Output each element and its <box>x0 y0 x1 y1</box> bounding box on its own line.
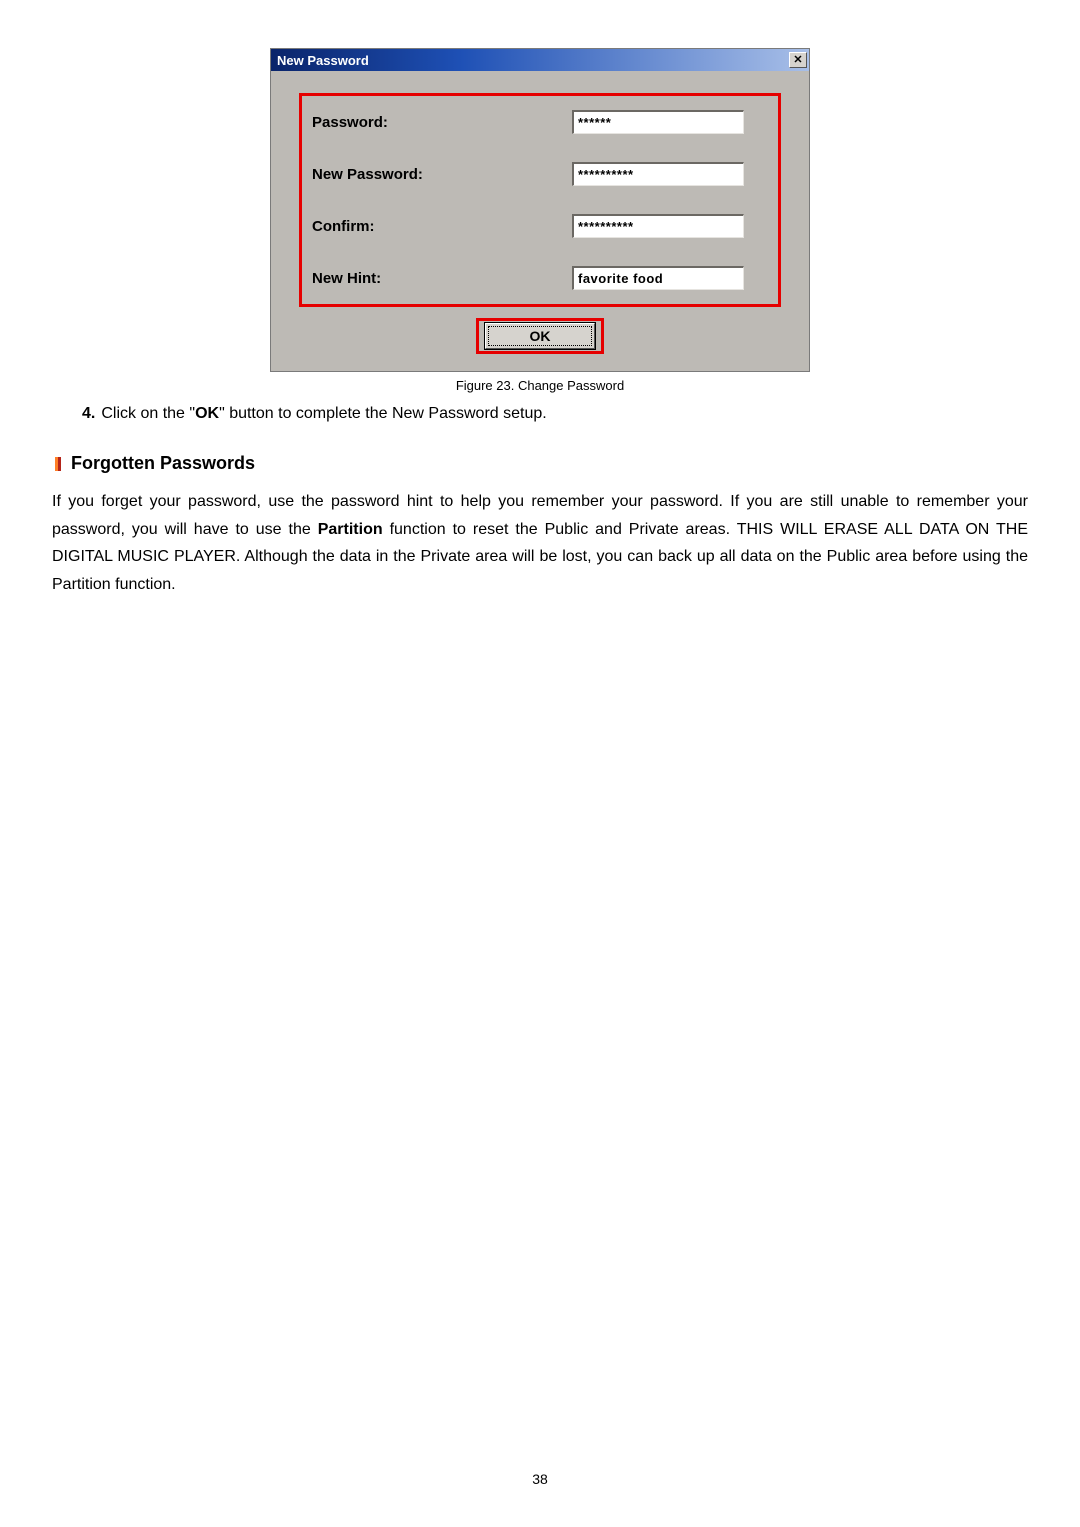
page-number: 38 <box>0 1471 1080 1487</box>
fields-highlight-box: Password: ****** New Password: *********… <box>299 93 781 307</box>
section-heading: Forgotten Passwords <box>52 453 1028 474</box>
new-password-dialog: New Password ✕ Password: ****** New Pass… <box>270 48 810 372</box>
password-input[interactable]: ****** <box>572 110 744 134</box>
hint-label: New Hint: <box>312 270 572 287</box>
confirm-label: Confirm: <box>312 218 572 235</box>
confirm-input[interactable]: ********** <box>572 214 744 238</box>
section-bullet-icon <box>52 457 61 471</box>
dialog-title: New Password <box>277 53 369 68</box>
step-4-text: 4.Click on the "OK" button to complete t… <box>82 403 1028 425</box>
hint-input[interactable]: favorite food <box>572 266 744 290</box>
body-paragraph: If you forget your password, use the pas… <box>52 488 1028 598</box>
new-password-label: New Password: <box>312 166 572 183</box>
step-number: 4. <box>82 405 95 422</box>
figure-caption: Figure 23. Change Password <box>52 378 1028 393</box>
dialog-titlebar: New Password ✕ <box>271 49 809 71</box>
new-password-input[interactable]: ********** <box>572 162 744 186</box>
section-title: Forgotten Passwords <box>71 453 255 474</box>
ok-highlight-box: OK <box>479 321 601 351</box>
partition-bold: Partition <box>318 521 383 538</box>
close-icon[interactable]: ✕ <box>789 52 807 68</box>
step-ok-bold: OK <box>195 405 219 422</box>
ok-button[interactable]: OK <box>485 323 595 349</box>
password-label: Password: <box>312 114 572 131</box>
